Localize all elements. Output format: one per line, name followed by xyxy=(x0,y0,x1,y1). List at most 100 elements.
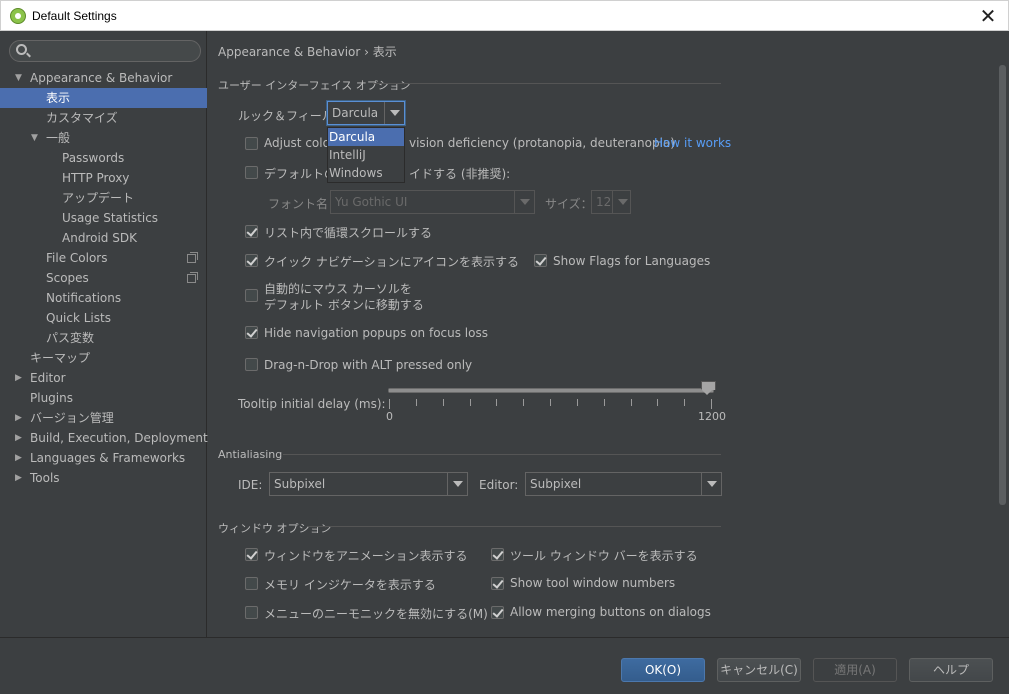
chevron-down-icon[interactable] xyxy=(447,473,467,495)
sidebar-item-notifications[interactable]: Notifications xyxy=(0,288,207,308)
help-button[interactable]: ヘルプ xyxy=(909,658,993,682)
show-memory-checkbox[interactable] xyxy=(245,577,258,590)
cancel-button[interactable]: キャンセル(C) xyxy=(717,658,801,682)
sidebar-item-usage-statistics[interactable]: Usage Statistics xyxy=(0,208,207,228)
apply-button[interactable]: 適用(A) xyxy=(813,658,897,682)
title-bar: Default Settings ✕ xyxy=(0,0,1009,31)
slider-tick xyxy=(630,399,632,406)
sidebar-item-build-execution-deployment[interactable]: ▶ Build, Execution, Deployment xyxy=(0,428,208,448)
auto-mouse-checkbox[interactable] xyxy=(245,289,258,302)
laf-option-intellij[interactable]: IntelliJ xyxy=(328,146,404,164)
editor-aa-combo[interactable]: Subpixel xyxy=(525,472,722,496)
sidebar-item-languages-frameworks[interactable]: ▶ Languages & Frameworks xyxy=(0,448,207,468)
chevron-right-icon[interactable]: ▶ xyxy=(15,408,25,428)
sidebar-item-http-proxy[interactable]: HTTP Proxy xyxy=(0,168,207,188)
font-name-combo[interactable]: Yu Gothic UI xyxy=(330,190,535,214)
adjust-colors-checkbox[interactable] xyxy=(245,137,258,150)
drag-n-drop-checkbox[interactable] xyxy=(245,358,258,371)
slider-tick xyxy=(523,399,525,406)
project-level-icon xyxy=(187,252,198,263)
sidebar-item-scopes[interactable]: Scopes xyxy=(0,268,207,288)
auto-mouse-label-line1: 自動的にマウス カーソルを xyxy=(264,282,412,296)
sidebar-item-plugins[interactable]: Plugins xyxy=(0,388,207,408)
laf-combo[interactable]: Darcula xyxy=(327,101,405,125)
sidebar-item-general[interactable]: ▼ 一般 xyxy=(0,128,207,148)
ide-aa-label: IDE: xyxy=(238,478,263,492)
chevron-down-icon[interactable]: ▼ xyxy=(15,68,25,88)
allow-merging-checkbox[interactable] xyxy=(491,606,504,619)
auto-mouse-label-line2: デフォルト ボタンに移動する xyxy=(264,298,424,312)
slider-tick xyxy=(576,399,578,406)
breadcrumb-parent: Appearance & Behavior xyxy=(218,45,361,59)
search-icon xyxy=(16,44,27,55)
chevron-down-icon[interactable]: ▼ xyxy=(31,128,41,148)
sidebar-item-android-sdk[interactable]: Android SDK xyxy=(0,228,207,248)
sidebar-item-file-colors[interactable]: File Colors xyxy=(0,248,207,268)
sidebar-item-tools[interactable]: ▶ Tools xyxy=(0,468,207,488)
adjust-colors-label-prefix: Adjust color xyxy=(264,136,335,150)
sidebar-item-appearance-behavior[interactable]: ▼ Appearance & Behavior xyxy=(0,68,207,88)
show-memory-label: メモリ インジケータを表示する xyxy=(264,578,436,592)
section-title-antialiasing: Antialiasing xyxy=(218,448,283,461)
disable-mnemonics-label: メニューのニーモニックを無効にする(M) xyxy=(264,607,488,621)
chevron-right-icon[interactable]: ▶ xyxy=(15,428,25,448)
android-studio-icon xyxy=(10,8,26,24)
chevron-down-icon[interactable] xyxy=(701,473,721,495)
slider-tick xyxy=(684,399,686,406)
show-tool-window-bars-checkbox[interactable] xyxy=(491,548,504,561)
chevron-down-icon[interactable] xyxy=(514,191,534,213)
slider-thumb[interactable] xyxy=(701,381,716,395)
dialog-footer: OK(O) キャンセル(C) 適用(A) ヘルプ xyxy=(0,637,1009,694)
section-divider xyxy=(308,526,721,527)
project-level-icon xyxy=(187,272,198,283)
override-font-checkbox[interactable] xyxy=(245,166,258,179)
window-title: Default Settings xyxy=(32,9,117,23)
show-tool-window-bars-label: ツール ウィンドウ バーを表示する xyxy=(510,549,698,563)
font-size-combo[interactable]: 12 xyxy=(591,190,631,214)
show-tool-window-numbers-checkbox[interactable] xyxy=(491,577,504,590)
chevron-down-icon[interactable] xyxy=(384,102,404,124)
show-flags-label: Show Flags for Languages xyxy=(553,254,711,268)
allow-merging-label: Allow merging buttons on dialogs xyxy=(510,605,711,619)
slider-tick xyxy=(550,399,551,406)
sidebar-item-version-control[interactable]: ▶ バージョン管理 xyxy=(0,408,207,428)
tooltip-delay-label: Tooltip initial delay (ms): xyxy=(238,397,386,411)
sidebar-item-updates[interactable]: アップデート xyxy=(0,188,207,208)
chevron-down-icon[interactable] xyxy=(612,191,630,213)
chevron-right-icon[interactable]: ▶ xyxy=(15,368,25,388)
laf-option-windows[interactable]: Windows xyxy=(328,164,404,182)
ide-aa-combo[interactable]: Subpixel xyxy=(269,472,468,496)
sidebar-item-keymap[interactable]: キーマップ xyxy=(0,348,207,368)
sidebar-item-passwords[interactable]: Passwords xyxy=(0,148,207,168)
slider-fill xyxy=(389,389,713,392)
close-icon[interactable]: ✕ xyxy=(976,4,1000,28)
laf-option-darcula[interactable]: Darcula xyxy=(328,128,404,146)
animate-windows-checkbox[interactable] xyxy=(245,548,258,561)
cyclic-scrolling-checkbox[interactable] xyxy=(245,225,258,238)
sidebar-item-path-variables[interactable]: パス変数 xyxy=(0,328,207,348)
sidebar-item-customize[interactable]: カスタマイズ xyxy=(0,108,207,128)
slider-tick xyxy=(415,399,417,406)
slider-tick xyxy=(711,399,712,409)
animate-windows-label: ウィンドウをアニメーション表示する xyxy=(264,549,468,563)
hide-nav-popups-checkbox[interactable] xyxy=(245,326,258,339)
vertical-scrollbar[interactable] xyxy=(997,31,1009,637)
section-title-ui-options: ユーザー インターフェイス オプション xyxy=(218,79,411,92)
sidebar-item-display[interactable]: 表示 xyxy=(0,88,207,108)
tooltip-delay-slider[interactable] xyxy=(388,388,714,393)
how-it-works-link[interactable]: How it works xyxy=(654,136,731,150)
disable-mnemonics-checkbox[interactable] xyxy=(245,606,258,619)
scrollbar-thumb[interactable] xyxy=(999,65,1006,505)
sidebar-item-quick-lists[interactable]: Quick Lists xyxy=(0,308,207,328)
show-flags-checkbox[interactable] xyxy=(534,254,547,267)
settings-content: Appearance & Behavior › 表示 ユーザー インターフェイス… xyxy=(208,31,1009,637)
sidebar-item-editor[interactable]: ▶ Editor xyxy=(0,368,207,388)
search-input[interactable] xyxy=(32,43,192,59)
ok-button[interactable]: OK(O) xyxy=(621,658,705,682)
chevron-right-icon[interactable]: ▶ xyxy=(15,448,25,468)
search-box[interactable] xyxy=(9,40,201,62)
chevron-right-icon[interactable]: ▶ xyxy=(15,468,25,488)
font-size-label: サイズ： xyxy=(545,197,593,211)
quick-nav-icons-label: クイック ナビゲーションにアイコンを表示する xyxy=(264,255,519,269)
quick-nav-icons-checkbox[interactable] xyxy=(245,254,258,267)
